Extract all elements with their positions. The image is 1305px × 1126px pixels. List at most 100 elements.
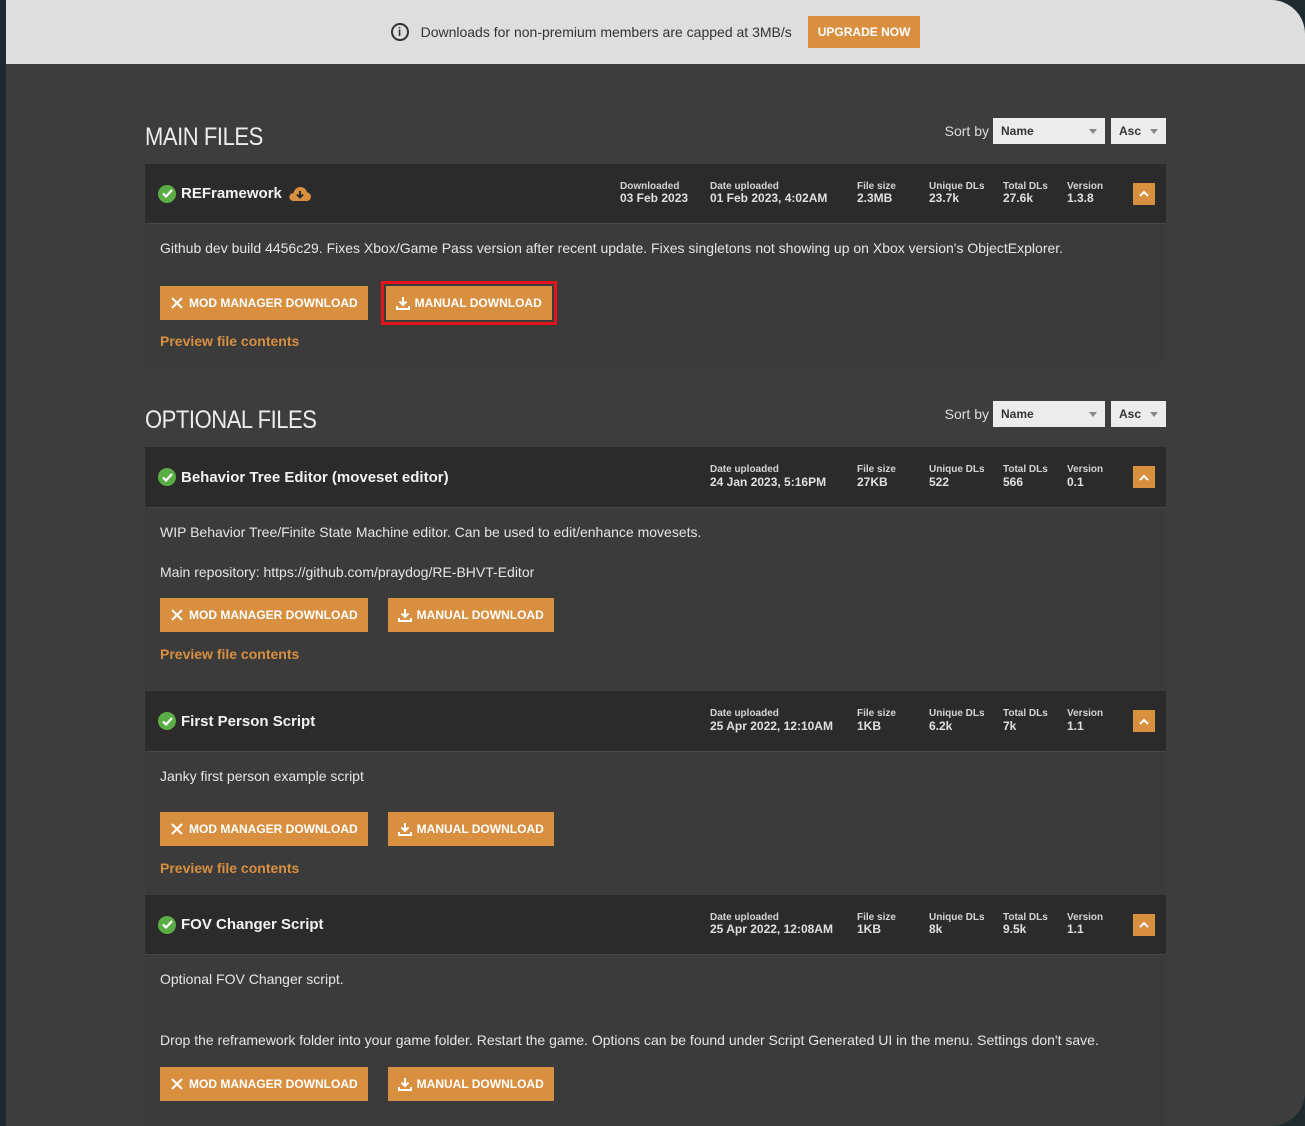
tools-icon <box>171 609 183 621</box>
stat-version: Version 1.3.8 <box>1067 180 1104 206</box>
stat-total-dls: Total DLs 566 <box>1003 464 1048 489</box>
premium-banner: i Downloads for non-premium members are … <box>6 0 1305 64</box>
file-body: Janky first person example script MOD MA… <box>145 752 1166 895</box>
stat-date-uploaded: Date uploaded 25 Apr 2022, 12:10AM <box>710 708 833 733</box>
optional-files-header: OPTIONAL FILES Sort by Name Asc <box>145 399 1166 435</box>
sort-direction-select[interactable]: Asc <box>1111 401 1166 427</box>
file-description-extra: Main repository: https://github.com/pray… <box>160 564 535 580</box>
download-buttons: MOD MANAGER DOWNLOAD MANUAL DOWNLOAD <box>160 281 1151 325</box>
download-icon <box>397 823 412 836</box>
collapse-button[interactable] <box>1133 182 1155 205</box>
file-stats: Downloaded 03 Feb 2023 Date uploaded 01 Fe… <box>620 181 1113 206</box>
download-icon <box>397 609 412 622</box>
info-icon: i <box>390 23 409 41</box>
file-description: Janky first person example script <box>160 768 364 784</box>
file-description: Optional FOV Changer script. <box>160 971 344 987</box>
mod-manager-download-button[interactable]: MOD MANAGER DOWNLOAD <box>160 812 368 846</box>
file-description: WIP Behavior Tree/Finite State Machine e… <box>160 524 702 540</box>
optional-files-section: OPTIONAL FILES Sort by Name Asc Behavior… <box>145 399 1166 1126</box>
tools-icon <box>171 1078 183 1090</box>
sort-field-select[interactable]: Name <box>993 401 1105 427</box>
chevron-down-icon <box>1150 412 1158 417</box>
stat-date-uploaded: Date uploaded 25 Apr 2022, 12:08AM <box>710 911 833 937</box>
sort-by-label: Sort by <box>944 123 989 139</box>
chevron-up-icon <box>1139 474 1149 481</box>
stat-total-dls: Total DLs 27.6k <box>1003 180 1048 206</box>
chevron-up-icon <box>1139 718 1149 725</box>
file-stats: Date uploaded 25 Apr 2022, 12:10AM File s… <box>710 708 1113 733</box>
file-name[interactable]: Behavior Tree Editor (moveset editor) <box>158 468 710 486</box>
main-files-header: MAIN FILES Sort by Name Asc <box>145 116 1166 152</box>
check-icon <box>158 468 176 486</box>
sort-controls: Sort by Name Asc <box>945 118 1166 144</box>
preview-file-contents-link[interactable]: Preview file contents <box>160 646 299 662</box>
check-icon <box>158 712 176 730</box>
file-item: First Person Script Date uploaded 25 Apr … <box>145 691 1166 895</box>
manual-download-button[interactable]: MANUAL DOWNLOAD <box>387 812 554 846</box>
file-body: Optional FOV Changer script. Drop the re… <box>145 955 1166 1126</box>
stat-file-size: File size 27KB <box>857 464 896 489</box>
mod-manager-download-button[interactable]: MOD MANAGER DOWNLOAD <box>160 286 368 320</box>
sort-direction-select[interactable]: Asc <box>1111 118 1166 144</box>
stat-version: Version 1.1 <box>1067 708 1104 733</box>
download-buttons: MOD MANAGER DOWNLOAD MANUAL DOWNLOAD <box>160 1067 1151 1101</box>
preview-file-contents-link[interactable]: Preview file contents <box>160 333 299 349</box>
section-title: MAIN FILES <box>145 123 263 151</box>
download-buttons: MOD MANAGER DOWNLOAD MANUAL DOWNLOAD <box>160 812 1151 846</box>
sort-by-label: Sort by <box>944 406 989 422</box>
file-item: FOV Changer Script Date uploaded 25 Apr 2… <box>145 895 1166 1126</box>
file-header: FOV Changer Script Date uploaded 25 Apr 2… <box>145 895 1166 955</box>
main-files-section: MAIN FILES Sort by Name Asc REFramework … <box>145 116 1166 367</box>
stat-version: Version 0.1 <box>1067 464 1104 489</box>
download-icon <box>395 297 410 310</box>
upgrade-now-button[interactable]: UPGRADE NOW <box>807 16 921 48</box>
file-item: Behavior Tree Editor (moveset editor) Da… <box>145 447 1166 691</box>
file-name[interactable]: First Person Script <box>158 712 710 730</box>
check-icon <box>158 184 176 203</box>
collapse-button[interactable] <box>1133 466 1155 488</box>
manual-download-button[interactable]: MANUAL DOWNLOAD <box>387 598 554 632</box>
file-description: Github dev build 4456c29. Fixes Xbox/Gam… <box>160 240 1064 256</box>
file-stats: Date uploaded 25 Apr 2022, 12:08AM File s… <box>710 912 1113 937</box>
tools-icon <box>171 297 183 309</box>
stat-file-size: File size 1KB <box>857 911 896 937</box>
stat-total-dls: Total DLs 9.5k <box>1003 911 1048 937</box>
tools-icon <box>171 823 183 835</box>
stat-date-uploaded: Date uploaded 24 Jan 2023, 5:16PM <box>710 464 827 489</box>
chevron-down-icon <box>1089 412 1097 417</box>
preview-file-contents-link[interactable]: Preview file contents <box>160 860 299 876</box>
mod-manager-download-button[interactable]: MOD MANAGER DOWNLOAD <box>160 1067 368 1101</box>
sort-field-select[interactable]: Name <box>993 118 1105 144</box>
download-buttons: MOD MANAGER DOWNLOAD MANUAL DOWNLOAD <box>160 598 1151 632</box>
stat-unique-dls: Unique DLs 522 <box>929 464 985 489</box>
stat-file-size: File size 1KB <box>857 708 896 733</box>
file-description-extra: Drop the reframework folder into your ga… <box>160 1032 1099 1048</box>
file-header: First Person Script Date uploaded 25 Apr … <box>145 691 1166 752</box>
stat-file-size: File size 2.3MB <box>857 180 896 206</box>
file-body: Github dev build 4456c29. Fixes Xbox/Gam… <box>145 224 1166 367</box>
file-item: REFramework Downloaded 03 Feb 2023 Date u… <box>145 164 1166 367</box>
stat-unique-dls: Unique DLs 6.2k <box>929 708 985 733</box>
manual-download-button[interactable]: MANUAL DOWNLOAD <box>387 1067 554 1101</box>
file-name[interactable]: REFramework <box>158 184 620 203</box>
sort-controls: Sort by Name Asc <box>945 401 1166 427</box>
manual-download-button[interactable]: MANUAL DOWNLOAD <box>380 281 557 325</box>
downloaded-cloud-icon <box>288 186 312 202</box>
stat-version: Version 1.1 <box>1067 911 1104 937</box>
section-title: OPTIONAL FILES <box>145 406 317 434</box>
collapse-button[interactable] <box>1133 710 1155 732</box>
stat-date-uploaded: Date uploaded 01 Feb 2023, 4:02AM <box>710 180 828 206</box>
stat-unique-dls: Unique DLs 23.7k <box>929 180 985 206</box>
stat-downloaded: Downloaded 03 Feb 2023 <box>620 180 689 206</box>
page-frame: i Downloads for non-premium members are … <box>6 0 1305 1126</box>
check-icon <box>158 915 176 934</box>
chevron-down-icon <box>1089 129 1097 134</box>
file-header: Behavior Tree Editor (moveset editor) Da… <box>145 447 1166 508</box>
mod-manager-download-button[interactable]: MOD MANAGER DOWNLOAD <box>160 598 368 632</box>
file-name[interactable]: FOV Changer Script <box>158 915 710 934</box>
download-icon <box>397 1078 412 1091</box>
file-stats: Date uploaded 24 Jan 2023, 5:16PM File si… <box>710 464 1113 489</box>
file-body: WIP Behavior Tree/Finite State Machine e… <box>145 508 1166 691</box>
chevron-down-icon <box>1150 129 1158 134</box>
collapse-button[interactable] <box>1133 913 1155 936</box>
